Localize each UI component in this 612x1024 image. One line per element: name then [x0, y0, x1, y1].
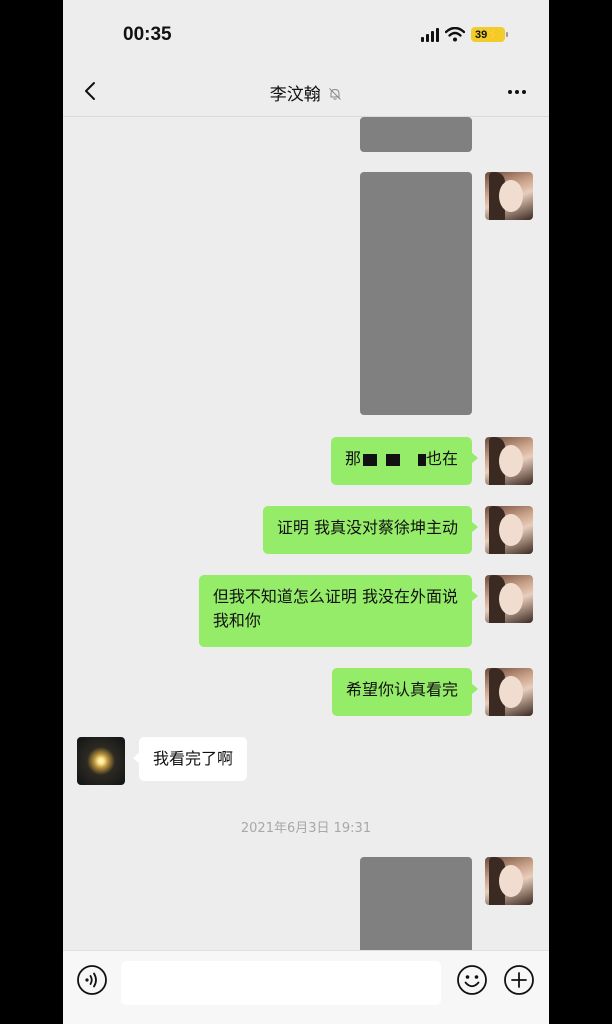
my-avatar[interactable] — [485, 857, 533, 905]
battery-level: 39 — [475, 29, 488, 41]
message-text: 证明 我真没对蔡徐坤主动 — [276, 518, 458, 537]
wifi-icon — [445, 27, 466, 42]
image-message[interactable] — [360, 172, 472, 415]
my-avatar[interactable] — [485, 575, 533, 623]
my-avatar[interactable] — [485, 172, 533, 220]
chat-header: 李汶翰 — [63, 70, 549, 117]
message-list: 那 也在 证明 我真没对蔡徐坤主动 但我不知道怎么证明 我没在外面说 我和你 希望… — [63, 117, 549, 957]
image-message[interactable] — [360, 857, 472, 957]
status-icons: 39⚡ — [421, 27, 508, 42]
status-time: 00:35 — [123, 24, 172, 45]
chat-title: 李汶翰 — [269, 85, 321, 105]
more-dots-icon[interactable] — [505, 82, 529, 102]
message-text: 我看完了啊 — [153, 749, 234, 768]
redacted-block — [385, 453, 400, 466]
input-bar — [63, 950, 549, 1024]
plus-icon[interactable] — [503, 964, 535, 996]
chat-title-group[interactable]: 李汶翰 — [63, 80, 549, 105]
battery-icon: 39⚡ — [471, 27, 508, 42]
emoji-icon[interactable] — [456, 964, 488, 996]
signal-icon — [421, 27, 440, 42]
outgoing-message[interactable]: 但我不知道怎么证明 我没在外面说 我和你 — [198, 575, 479, 647]
bell-off-icon — [329, 88, 342, 100]
message-text: 我和你 — [212, 611, 261, 630]
outgoing-message[interactable]: 希望你认真看完 — [331, 668, 479, 716]
phone-screen: 00:35 39⚡ 李汶翰 那 也在 证明 我真没对蔡徐坤主动 但我不知道怎么证… — [63, 0, 549, 1024]
outgoing-message[interactable]: 那 也在 — [330, 437, 479, 485]
contact-avatar[interactable] — [77, 737, 125, 785]
incoming-message[interactable]: 我看完了啊 — [132, 737, 248, 781]
message-text: 希望你认真看完 — [345, 680, 458, 699]
my-avatar[interactable] — [485, 668, 533, 716]
my-avatar[interactable] — [485, 437, 533, 485]
redacted-block — [362, 453, 377, 466]
status-bar: 00:35 39⚡ — [63, 0, 549, 70]
image-message[interactable] — [360, 117, 472, 152]
message-text: 也在 — [425, 449, 458, 468]
message-timestamp: 2021年6月3日 19:31 — [240, 821, 372, 836]
message-text: 那 — [344, 449, 361, 468]
redacted-block — [417, 453, 426, 466]
outgoing-message[interactable]: 证明 我真没对蔡徐坤主动 — [262, 506, 479, 554]
message-text: 但我不知道怎么证明 我没在外面说 — [212, 587, 458, 606]
my-avatar[interactable] — [485, 506, 533, 554]
message-input[interactable] — [121, 961, 441, 1005]
voice-icon[interactable] — [76, 964, 108, 996]
